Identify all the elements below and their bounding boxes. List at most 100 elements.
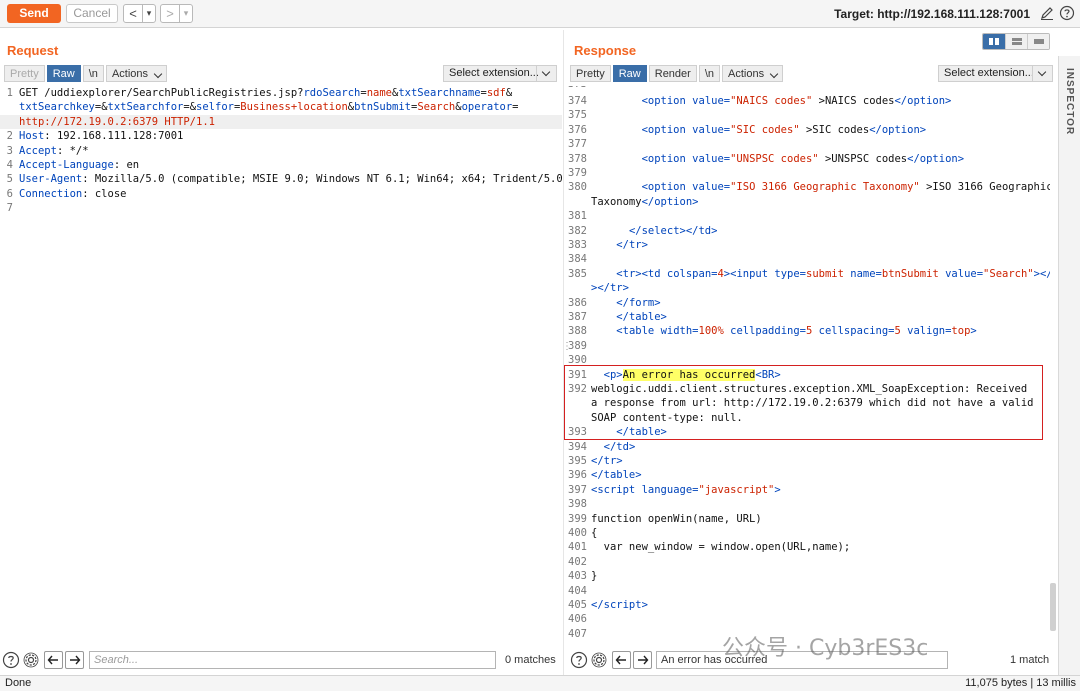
request-line: http://172.19.0.2:6379 HTTP/1.1	[19, 115, 215, 128]
next-match-button[interactable]	[65, 651, 84, 669]
line-number: 400	[568, 527, 587, 539]
line-number: 374	[568, 95, 587, 107]
line-number: 386	[568, 296, 587, 309]
response-line: <option value="ISO 3166 Geographic Taxon…	[641, 181, 1050, 194]
line-number: 402	[568, 555, 587, 568]
line-number: 373	[568, 86, 587, 91]
response-select-extension-label: Select extension...	[944, 67, 1034, 79]
previous-match-button[interactable]	[44, 651, 63, 669]
split-vertical-icon[interactable]	[1005, 34, 1027, 49]
back-button[interactable]: <	[124, 5, 142, 22]
response-line: <option value="NAICS codes" >NAICS codes…	[641, 95, 952, 107]
help-icon[interactable]	[2, 651, 20, 669]
request-tab-newline[interactable]: \n	[82, 65, 104, 82]
response-line: {	[591, 527, 598, 539]
drag-handle-icon[interactable]: ⋮	[562, 342, 572, 359]
arrow-left-icon	[47, 655, 58, 665]
chevron-down-icon	[1032, 66, 1052, 81]
request-line: txtSearchkey=&txtSearchfor=&selfor=Busin…	[19, 101, 519, 114]
response-line: <tr><td colspan=4><input type=submit nam…	[616, 267, 1050, 280]
previous-match-button[interactable]	[612, 651, 631, 669]
request-editor[interactable]: 1 GET /uddiexplorer/SearchPublicRegistri…	[0, 86, 562, 642]
response-line: </tr>	[591, 455, 623, 467]
line-number: 394	[568, 440, 587, 453]
request-select-extension-label: Select extension...	[449, 67, 539, 79]
request-select-extension[interactable]: Select extension...	[443, 65, 557, 82]
forward-history-dropdown[interactable]: ▾	[179, 5, 192, 22]
response-line: }	[591, 570, 598, 583]
response-line: </select></td>	[628, 224, 718, 237]
line-number: 6	[6, 187, 13, 200]
response-line: </td>	[603, 440, 636, 453]
request-match-count: 0 matches	[505, 654, 556, 666]
request-search-input[interactable]	[89, 651, 496, 669]
request-line: Accept: */*	[19, 144, 89, 157]
line-number: 3	[6, 144, 13, 157]
request-tab-pretty[interactable]: Pretty	[4, 65, 45, 82]
response-actions-dropdown[interactable]: Actions	[722, 65, 784, 82]
settings-gear-icon[interactable]	[590, 651, 608, 669]
response-tab-render[interactable]: Render	[648, 65, 697, 82]
line-number: 383	[568, 239, 587, 251]
response-scrollbar[interactable]	[1050, 583, 1056, 631]
line-number: 403	[568, 570, 587, 583]
response-select-extension[interactable]: Select extension...	[938, 65, 1053, 82]
response-tabs: Pretty Raw Render \n Actions	[570, 65, 785, 82]
line-number: 1	[6, 87, 13, 99]
line-number: 378	[568, 152, 587, 165]
line-number: 404	[568, 584, 587, 597]
response-tab-newline[interactable]: \n	[698, 65, 721, 82]
request-search-bar: 0 matches	[0, 649, 562, 671]
help-icon[interactable]	[1059, 5, 1075, 21]
next-match-button[interactable]	[633, 651, 652, 669]
line-number: 382	[568, 224, 587, 237]
forward-button[interactable]: >	[161, 5, 179, 22]
line-number: 377	[568, 138, 587, 151]
line-number: 397	[568, 483, 587, 496]
arrow-right-icon	[638, 655, 649, 665]
line-number: 380	[568, 181, 587, 194]
request-line: Host: 192.168.111.128:7001	[19, 130, 184, 143]
back-nav-group: < ▾	[123, 4, 156, 23]
inspector-panel[interactable]: INSPECTOR	[1058, 56, 1080, 675]
request-line: GET /uddiexplorer/SearchPublicRegistries…	[19, 87, 513, 99]
response-tab-pretty[interactable]: Pretty	[570, 65, 611, 82]
inspector-label: INSPECTOR	[1064, 68, 1075, 136]
line-number: 387	[568, 311, 587, 323]
line-number: 2	[6, 130, 13, 143]
top-toolbar: Send Cancel < ▾ > ▾ Target: http://192.1…	[0, 0, 1080, 28]
request-tabs: Pretty Raw \n Actions	[4, 65, 169, 82]
help-icon[interactable]	[570, 651, 588, 669]
response-line: <option value="SIC codes" >SIC codes</op…	[641, 123, 927, 136]
response-editor[interactable]: 373 374 375 376 377 378 379 380 381 382 …	[568, 86, 1050, 642]
request-line: User-Agent: Mozilla/5.0 (compatible; MSI…	[19, 173, 562, 186]
split-horizontal-icon[interactable]	[983, 34, 1005, 49]
edit-icon[interactable]	[1039, 5, 1055, 21]
response-title: Response	[574, 43, 637, 58]
target-url: http://192.168.111.128:7001	[877, 7, 1030, 21]
line-number: 398	[568, 498, 587, 511]
cancel-button[interactable]: Cancel	[66, 4, 118, 23]
line-number: 376	[568, 123, 587, 136]
request-title: Request	[7, 43, 59, 58]
response-tab-raw[interactable]: Raw	[612, 65, 647, 82]
line-number: 375	[568, 109, 587, 122]
settings-gear-icon[interactable]	[22, 651, 40, 669]
send-button[interactable]: Send	[7, 4, 61, 23]
chevron-down-icon	[536, 66, 556, 81]
tabs-layout-icon[interactable]	[1027, 34, 1049, 49]
request-line: Connection: close	[19, 187, 127, 200]
line-number: 4	[6, 159, 13, 171]
request-actions-dropdown[interactable]: Actions	[105, 65, 168, 82]
back-history-dropdown[interactable]: ▾	[142, 5, 155, 22]
forward-nav-group: > ▾	[160, 4, 193, 23]
response-line: </tr>	[616, 239, 648, 251]
response-line: <option value="UNSPSC codes" >UNSPSC cod…	[641, 152, 965, 165]
line-number: 381	[568, 210, 587, 223]
request-tab-raw[interactable]: Raw	[46, 65, 81, 82]
line-number: 406	[568, 613, 587, 626]
line-number: 396	[568, 469, 587, 482]
response-line: </form>	[616, 296, 661, 309]
response-line: <table width=100% cellpadding=5 cellspac…	[616, 325, 977, 338]
status-left: Done	[5, 677, 32, 689]
